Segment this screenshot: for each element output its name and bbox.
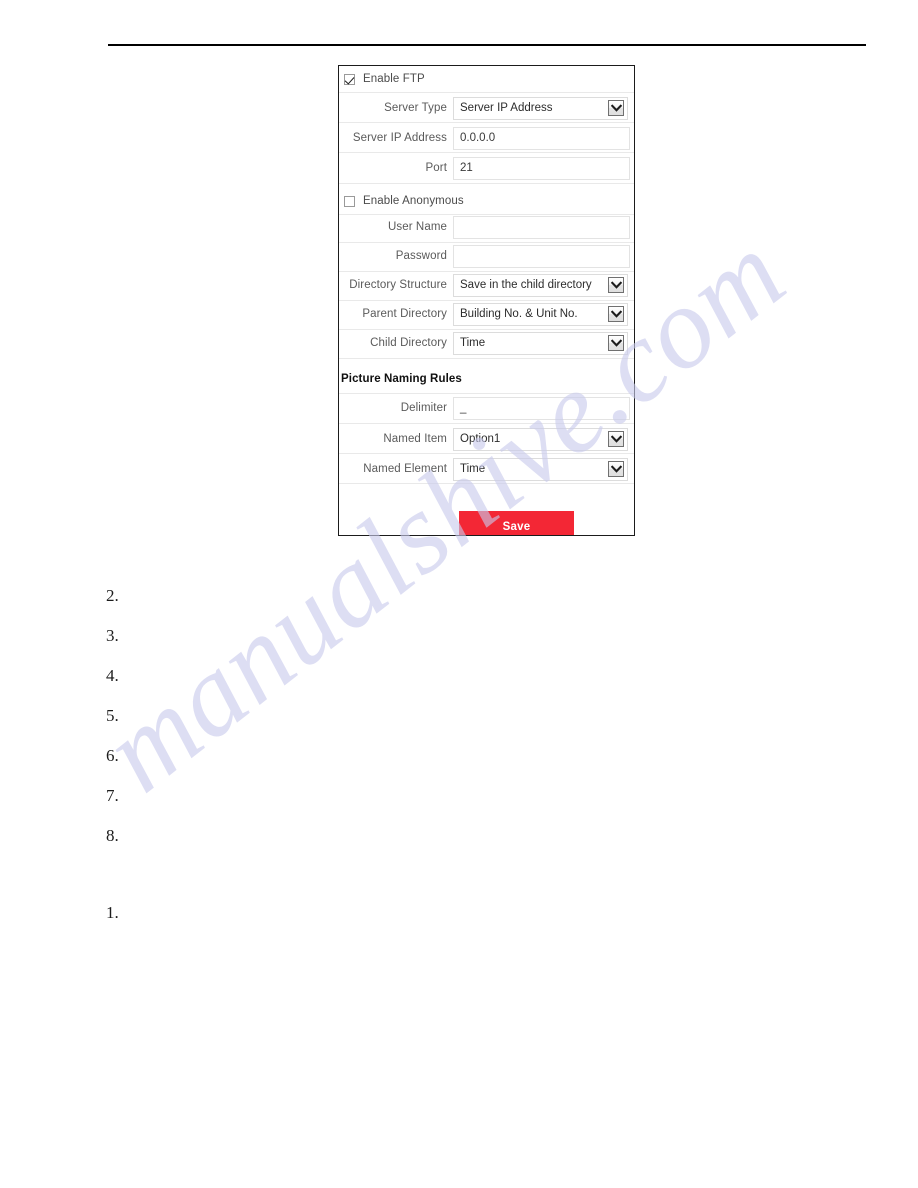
enable-anonymous-label: Enable Anonymous — [363, 195, 464, 207]
child-directory-label: Child Directory — [370, 337, 447, 349]
field-row-directory-structure: Directory Structure Save in the child di… — [339, 270, 634, 300]
port-input[interactable]: 21 — [453, 156, 630, 180]
named-item-select[interactable]: Option1 — [453, 427, 628, 451]
chevron-down-icon[interactable] — [608, 306, 624, 322]
directory-structure-value: Save in the child directory — [460, 279, 592, 291]
delimiter-value: _ — [460, 402, 467, 414]
port-label: Port — [425, 162, 447, 174]
server-type-value: Server IP Address — [460, 102, 553, 114]
port-value: 21 — [460, 162, 473, 174]
field-row-child-directory: Child Directory Time — [339, 328, 634, 358]
list-item: 5. — [106, 706, 119, 725]
row-separator — [339, 358, 634, 359]
user-name-label: User Name — [387, 221, 447, 233]
parent-directory-select[interactable]: Building No. & Unit No. — [453, 302, 628, 326]
row-separator — [339, 183, 634, 184]
server-type-select[interactable]: Server IP Address — [453, 96, 628, 120]
parent-directory-label: Parent Directory — [362, 308, 447, 320]
field-row-server-ip: Server IP Address 0.0.0.0 — [339, 123, 634, 153]
enable-anonymous-checkbox[interactable] — [344, 195, 355, 207]
list-item: 2. — [106, 586, 119, 605]
picture-naming-rules-heading: Picture Naming Rules — [341, 373, 462, 385]
child-directory-value: Time — [460, 337, 486, 349]
named-item-label: Named Item — [383, 433, 447, 445]
save-button[interactable]: Save — [459, 511, 574, 535]
field-row-server-type: Server Type Server IP Address — [339, 93, 634, 123]
chevron-down-icon[interactable] — [608, 431, 624, 447]
chevron-down-icon[interactable] — [608, 461, 624, 477]
chevron-down-icon[interactable] — [608, 100, 624, 116]
list-item: 1. — [106, 903, 119, 922]
field-row-named-element: Named Element Time — [339, 454, 634, 484]
server-ip-value: 0.0.0.0 — [460, 132, 496, 144]
chevron-down-icon[interactable] — [608, 277, 624, 293]
row-separator — [339, 483, 634, 484]
enable-ftp-checkbox[interactable] — [344, 73, 355, 85]
field-row-password: Password — [339, 241, 634, 271]
list-item: 4. — [106, 666, 119, 685]
parent-directory-value: Building No. & Unit No. — [460, 308, 578, 320]
password-input[interactable] — [453, 244, 630, 268]
named-item-value: Option1 — [460, 433, 501, 445]
field-row-user-name: User Name — [339, 212, 634, 242]
delimiter-label: Delimiter — [400, 402, 447, 414]
chevron-down-icon[interactable] — [608, 335, 624, 351]
field-row-port: Port 21 — [339, 153, 634, 183]
field-row-parent-directory: Parent Directory Building No. & Unit No. — [339, 299, 634, 329]
enable-ftp-label: Enable FTP — [363, 73, 425, 85]
named-element-label: Named Element — [363, 463, 447, 475]
enable-ftp-row[interactable]: Enable FTP — [339, 66, 634, 92]
server-ip-label: Server IP Address — [352, 132, 447, 144]
named-element-value: Time — [460, 463, 486, 475]
enable-anonymous-row[interactable]: Enable Anonymous — [339, 188, 634, 214]
server-ip-input[interactable]: 0.0.0.0 — [453, 126, 630, 150]
header-divider-rule — [108, 44, 866, 46]
list-item: 6. — [106, 746, 119, 765]
directory-structure-select[interactable]: Save in the child directory — [453, 273, 628, 297]
ftp-settings-panel: Enable FTP Server Type Server IP Address… — [338, 65, 635, 536]
directory-structure-label: Directory Structure — [349, 279, 447, 291]
list-item: 7. — [106, 786, 119, 805]
child-directory-select[interactable]: Time — [453, 331, 628, 355]
delimiter-input[interactable]: _ — [453, 396, 630, 420]
field-row-delimiter: Delimiter _ — [339, 393, 634, 423]
password-label: Password — [395, 250, 447, 262]
named-element-select[interactable]: Time — [453, 457, 628, 481]
list-item: 8. — [106, 826, 119, 845]
user-name-input[interactable] — [453, 215, 630, 239]
field-row-named-item: Named Item Option1 — [339, 424, 634, 454]
server-type-label: Server Type — [384, 102, 447, 114]
list-item: 3. — [106, 626, 119, 645]
